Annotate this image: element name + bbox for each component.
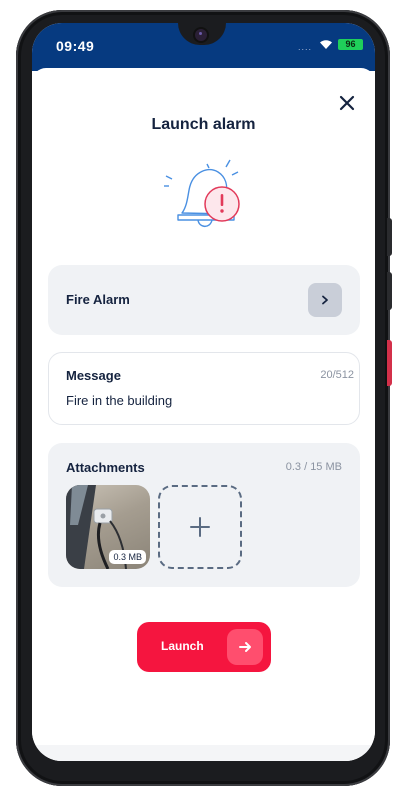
camera-icon: [195, 29, 207, 41]
launch-button[interactable]: Launch: [137, 622, 271, 672]
wifi-icon: [320, 40, 332, 49]
status-bar: 09:49 .... 96: [32, 23, 375, 71]
close-icon[interactable]: [336, 92, 358, 114]
attachments-section: Attachments 0.3 / 15 MB 0.3 MB: [48, 443, 360, 587]
battery-icon: 96: [338, 39, 363, 50]
arrow-right-icon: [227, 629, 263, 665]
volume-button: [387, 218, 392, 256]
attachment-thumbnail[interactable]: 0.3 MB: [66, 485, 150, 569]
message-field[interactable]: Message 20/512 Fire in the building: [48, 352, 360, 425]
page-title: Launch alarm: [151, 116, 256, 133]
alarm-type-selector[interactable]: Fire Alarm: [48, 265, 360, 335]
add-attachment-button[interactable]: [158, 485, 242, 569]
message-input[interactable]: Fire in the building: [66, 393, 172, 408]
plus-icon: [190, 517, 210, 537]
message-label: Message: [66, 368, 121, 383]
attachments-label: Attachments: [66, 460, 145, 475]
volume-button: [387, 272, 392, 310]
attachments-size: 0.3 / 15 MB: [285, 461, 342, 473]
message-char-counter: 20/512: [320, 369, 354, 381]
launch-button-label: Launch: [161, 639, 204, 653]
app-screen: 09:49 .... 96 Launch alarm Fire Alarm Me…: [32, 23, 375, 761]
signal-dots: ....: [298, 42, 313, 52]
power-button: [387, 340, 392, 386]
navigation-bar: [32, 745, 375, 761]
bell-alert-icon: [164, 159, 240, 228]
status-time: 09:49: [56, 38, 95, 54]
attachment-size-badge: 0.3 MB: [109, 550, 146, 564]
chevron-right-icon[interactable]: [308, 283, 342, 317]
alarm-type-label: Fire Alarm: [66, 292, 130, 307]
